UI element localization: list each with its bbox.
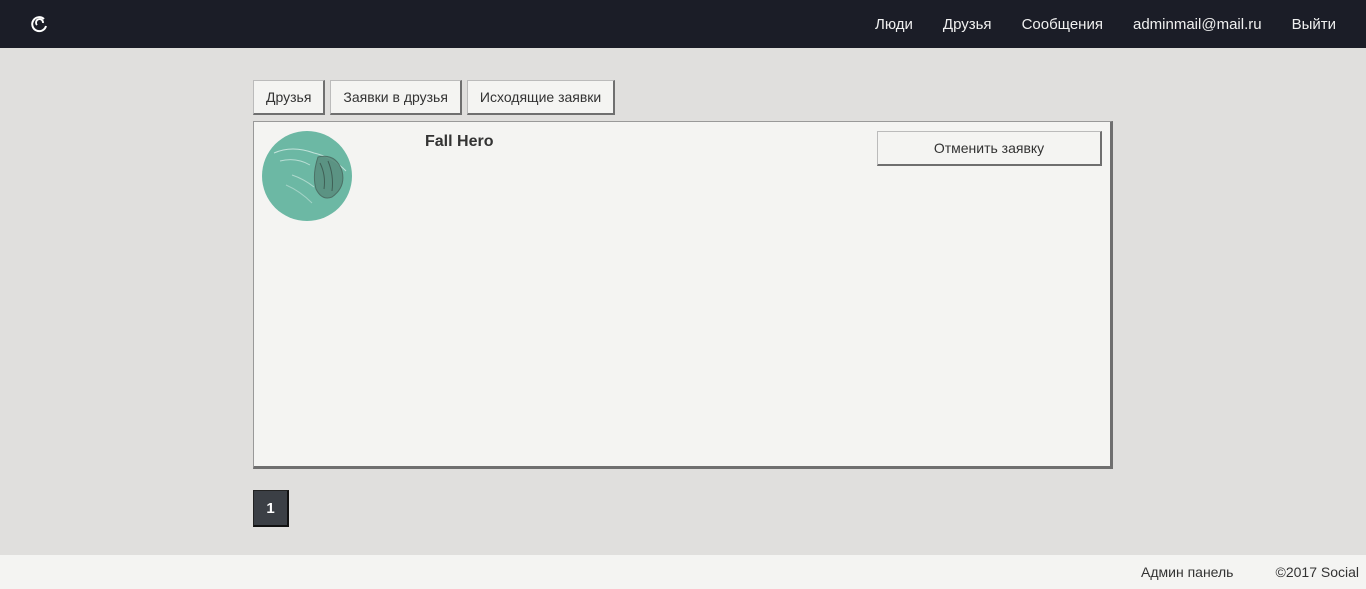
swirl-logo-icon[interactable] [30, 14, 50, 34]
user-name[interactable]: Fall Hero [425, 133, 493, 151]
admin-panel-link[interactable]: Админ панель [1141, 564, 1233, 580]
tab-friend-requests[interactable]: Заявки в друзья [330, 80, 462, 115]
nav-links: Люди Друзья Сообщения adminmail@mail.ru … [845, 0, 1336, 48]
pagination-page-button[interactable]: 1 [253, 490, 289, 527]
tab-outgoing-requests[interactable]: Исходящие заявки [466, 80, 616, 115]
tab-friends[interactable]: Друзья [253, 80, 326, 115]
nav-link-messages[interactable]: Сообщения [1022, 16, 1103, 33]
friends-tabs: Друзья Заявки в друзья Исходящие заявки [253, 80, 620, 115]
nav-link-people[interactable]: Люди [875, 16, 913, 33]
top-navbar: Люди Друзья Сообщения adminmail@mail.ru … [0, 0, 1366, 48]
nav-link-logout[interactable]: Выйти [1292, 16, 1336, 33]
avatar-sketch-icon [273, 148, 347, 204]
cancel-request-button[interactable]: Отменить заявку [877, 131, 1102, 166]
nav-link-friends[interactable]: Друзья [943, 16, 992, 33]
footer: Админ панель ©2017 Social [0, 555, 1366, 589]
copyright-text: ©2017 Social [1275, 564, 1359, 580]
user-avatar[interactable] [262, 131, 352, 221]
requests-panel: Fall Hero Отменить заявку [253, 121, 1113, 469]
nav-link-account[interactable]: adminmail@mail.ru [1133, 16, 1262, 33]
